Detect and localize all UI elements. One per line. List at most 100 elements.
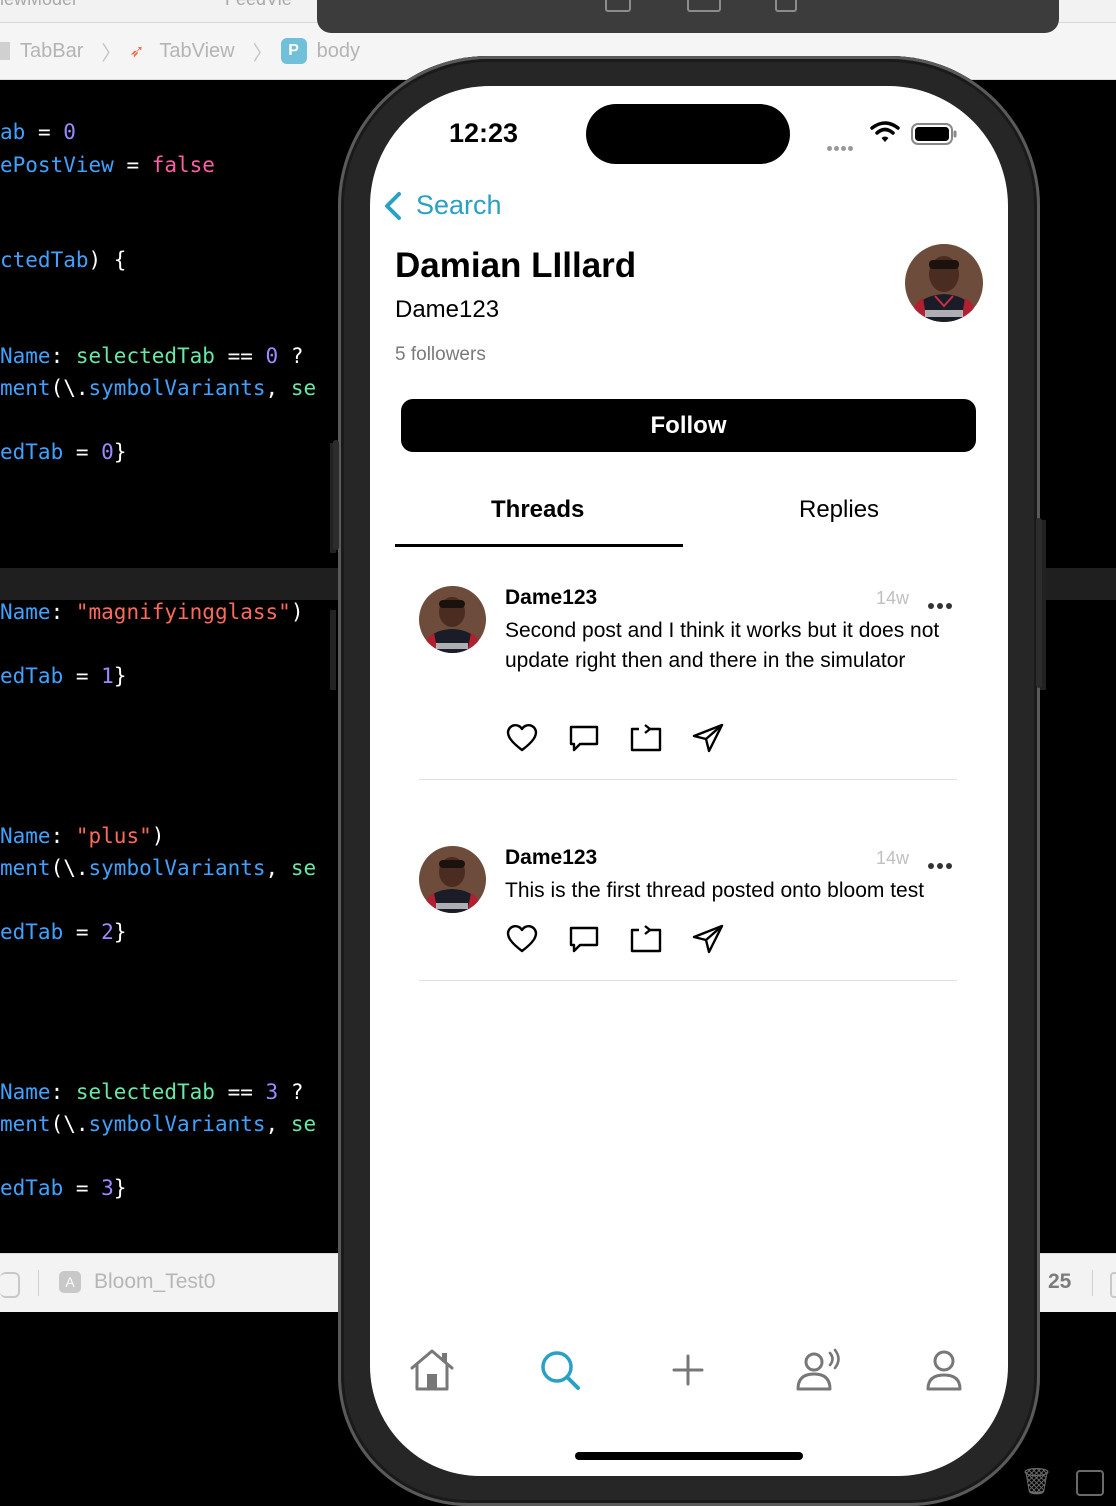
comment-icon[interactable] [567, 722, 601, 754]
code-token: se [290, 1112, 317, 1136]
code-editor[interactable]: ab = 0 ePostView = false ctedTab) { Name… [0, 80, 338, 1253]
home-indicator[interactable] [575, 1452, 803, 1460]
code-token: ? [278, 1080, 304, 1104]
home-button-icon[interactable] [605, 0, 631, 12]
code-token: selectedTab [75, 1080, 215, 1104]
code-token: Name [0, 344, 51, 368]
share-icon[interactable] [691, 923, 725, 955]
code-line: ment(\.symbolVariants, se [0, 856, 316, 880]
avatar[interactable] [419, 846, 486, 913]
code-token: ) [290, 600, 304, 624]
divider [1092, 1270, 1093, 1296]
code-line: ePostView = false [0, 153, 215, 177]
code-line: ment(\.symbolVariants, se [0, 376, 316, 400]
rotate-icon[interactable] [775, 0, 797, 12]
code-line: edTab = 0} [0, 440, 126, 464]
plus-icon[interactable] [664, 1348, 712, 1392]
thread-actions [505, 722, 753, 754]
code-token: } [113, 664, 127, 688]
profile-icon[interactable] [920, 1348, 968, 1392]
code-token: == [214, 1080, 266, 1104]
line-number: 25 [1048, 1270, 1072, 1293]
heart-icon[interactable] [505, 722, 539, 754]
code-token: symbolVariants [88, 1112, 266, 1136]
thread-body: This is the first thread posted onto blo… [505, 879, 925, 902]
thread-username[interactable]: Dame123 [505, 586, 597, 610]
volume-button [333, 440, 339, 550]
simulator-toolbar [317, 0, 1059, 33]
tab-replies[interactable]: Replies [799, 496, 879, 524]
code-token: edTab [0, 920, 64, 944]
search-icon[interactable] [536, 1348, 584, 1392]
more-options-icon[interactable] [928, 596, 958, 609]
breadcrumb-body[interactable]: Pbody [280, 38, 360, 64]
share-icon[interactable] [691, 722, 725, 754]
code-token: } [113, 1176, 127, 1200]
repost-icon[interactable] [629, 923, 663, 955]
power-button [1036, 518, 1042, 688]
code-token: , [265, 1112, 291, 1136]
code-token: 0 [101, 440, 114, 464]
follower-count[interactable]: 5 followers [395, 344, 486, 366]
fold-ribbon [330, 610, 336, 690]
code-line: ab = 0 [0, 120, 76, 144]
code-token: symbolVariants [88, 856, 266, 880]
code-token: false [151, 153, 215, 177]
code-token: = [63, 1176, 102, 1200]
code-token: = [63, 440, 102, 464]
activity-icon[interactable] [794, 1348, 842, 1392]
divider [38, 1270, 39, 1296]
current-line-highlight [0, 568, 338, 600]
heart-icon[interactable] [505, 923, 539, 955]
xcode-tab-viewmodel[interactable]: iewModel [0, 0, 76, 10]
tab-threads[interactable]: Threads [491, 496, 584, 524]
code-token: , [265, 856, 291, 880]
code-token: = [25, 120, 64, 144]
battery-icon [911, 123, 957, 145]
xcode-tab-feedview[interactable]: FeedVie [225, 0, 292, 10]
code-token: 1 [101, 664, 114, 688]
cellular-signal-icon [827, 138, 859, 151]
code-editor-right-edge [1040, 80, 1116, 1253]
code-token: "plus" [75, 824, 152, 848]
chevron-right-icon: 〉 [252, 42, 273, 65]
avatar[interactable] [419, 586, 486, 653]
code-token: ) [151, 824, 165, 848]
code-token: = [113, 153, 152, 177]
thread-item[interactable]: Dame123 14w This is the first thread pos… [419, 846, 959, 982]
trash-icon[interactable]: 🗑 [1020, 1466, 1053, 1496]
phone-screen: 12:23 Search Damian LIllard Dame123 5 fo… [370, 86, 1008, 1476]
code-token: ment [0, 1112, 51, 1136]
repost-icon[interactable] [629, 722, 663, 754]
code-token: = [63, 664, 102, 688]
split-panel-icon[interactable] [1076, 1470, 1104, 1496]
toggle-panel-icon[interactable] [0, 1272, 20, 1298]
comment-icon[interactable] [567, 923, 601, 955]
avatar[interactable] [905, 244, 983, 322]
breadcrumb-tabview[interactable]: ➶ TabView [129, 40, 234, 63]
code-line: edTab = 3} [0, 1176, 126, 1200]
thread-username[interactable]: Dame123 [505, 846, 597, 870]
thread-timestamp: 14w [876, 848, 910, 868]
screenshot-icon[interactable] [687, 0, 721, 12]
thread-body: Second post and I think it works but it … [505, 619, 940, 672]
scheme-label[interactable]: Bloom_Test0 [94, 1270, 215, 1294]
breadcrumb-tabbar[interactable]: TabBar [0, 40, 83, 63]
inspector-toggle-icon[interactable] [1110, 1272, 1116, 1298]
code-token: } [113, 920, 127, 944]
code-line: edTab = 1} [0, 664, 126, 688]
code-token: Name [0, 600, 51, 624]
code-token: selectedTab [75, 344, 215, 368]
code-token: Name [0, 1080, 51, 1104]
back-button[interactable]: Search [382, 190, 502, 221]
code-token: : [50, 824, 76, 848]
home-icon[interactable] [408, 1348, 456, 1392]
code-line: Name: selectedTab == 3 ? [0, 1080, 303, 1104]
follow-button[interactable]: Follow [401, 399, 976, 452]
swift-icon: ➶ [129, 41, 145, 61]
avatar-photo [905, 244, 983, 322]
more-options-icon[interactable] [928, 856, 958, 869]
thread-item[interactable]: Dame123 14w Second post and I think it w… [419, 586, 959, 781]
code-token: 3 [265, 1080, 279, 1104]
dynamic-island [586, 104, 790, 164]
